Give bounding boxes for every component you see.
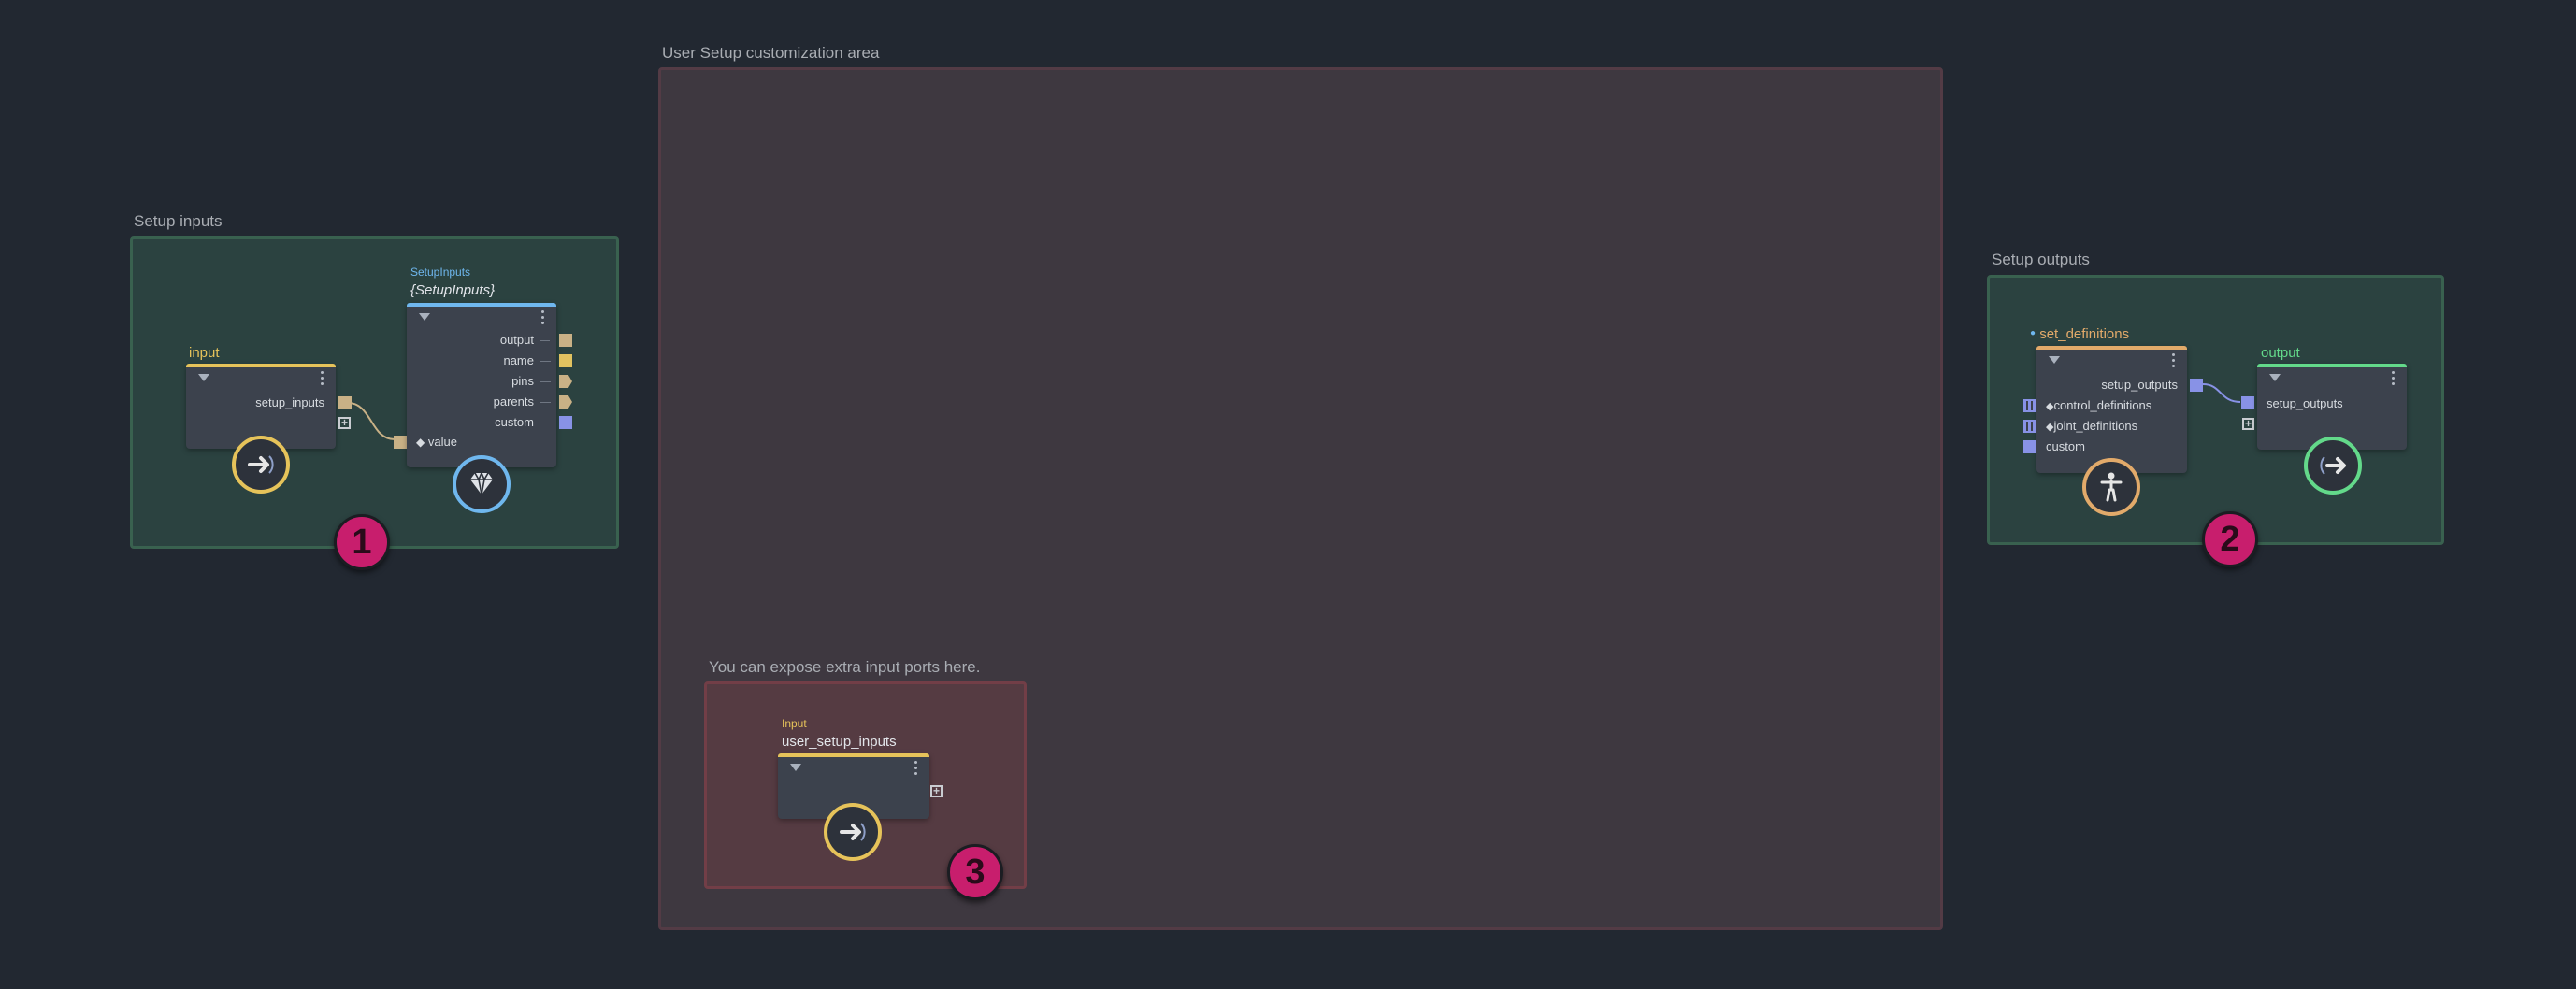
port-custom-label: custom bbox=[495, 415, 534, 429]
badge-1: 1 bbox=[334, 514, 390, 570]
add-port-icon[interactable]: + bbox=[2242, 418, 2254, 430]
collapse-caret-icon[interactable] bbox=[198, 374, 209, 381]
setup-inputs-node-accent bbox=[407, 303, 556, 307]
add-port-icon[interactable]: + bbox=[930, 785, 943, 797]
user-setup-inputs-accent bbox=[778, 753, 929, 757]
control-definitions-port[interactable] bbox=[2023, 399, 2036, 412]
user-setup-inputs-icon[interactable] bbox=[824, 803, 882, 861]
node-menu-icon[interactable] bbox=[541, 310, 545, 325]
setup-inputs-node-type: SetupInputs bbox=[410, 265, 471, 279]
joint-definitions-port[interactable] bbox=[2023, 420, 2036, 433]
setup-inputs-value-port[interactable] bbox=[394, 436, 407, 449]
setup-outputs-group-title: Setup outputs bbox=[1992, 251, 2090, 268]
input-node-title: input bbox=[189, 345, 220, 361]
collapse-caret-icon[interactable] bbox=[790, 764, 801, 771]
setup-inputs-output-port[interactable] bbox=[559, 334, 572, 347]
output-node-accent bbox=[2257, 364, 2407, 367]
port-parents-label: parents bbox=[493, 394, 534, 408]
diamond-gem-icon bbox=[470, 470, 493, 495]
setup-inputs-custom-port[interactable] bbox=[559, 416, 572, 429]
output-port-setup-outputs-label: setup_outputs bbox=[2267, 396, 2343, 410]
set-definitions-title: ● set_definitions bbox=[2030, 326, 2130, 342]
output-setup-outputs-port[interactable] bbox=[2241, 396, 2254, 409]
setup-inputs-node-icon[interactable] bbox=[453, 455, 511, 513]
user-setup-inputs-name: user_setup_inputs bbox=[782, 734, 897, 750]
input-node-accent bbox=[186, 364, 336, 367]
setup-inputs-node-name: {SetupInputs} bbox=[410, 282, 496, 298]
arrow-right-icon bbox=[248, 455, 274, 474]
node-menu-icon[interactable] bbox=[2172, 353, 2176, 368]
port-value-label: ◆ value bbox=[416, 435, 457, 449]
set-definitions-node[interactable]: setup_outputs ◆control_definitions ◆join… bbox=[2036, 346, 2187, 473]
input-port-setup-inputs-label: setup_inputs bbox=[255, 395, 324, 409]
port-setup-outputs-label: setup_outputs bbox=[2101, 378, 2178, 392]
collapse-caret-icon[interactable] bbox=[419, 313, 430, 321]
user-setup-inputs-type: Input bbox=[782, 717, 807, 730]
collapse-caret-icon[interactable] bbox=[2269, 374, 2281, 381]
arrow-right-icon bbox=[840, 823, 866, 841]
input-node-icon[interactable] bbox=[232, 436, 290, 494]
node-menu-icon[interactable] bbox=[321, 371, 324, 386]
extra-ports-group-title: You can expose extra input ports here. bbox=[709, 658, 981, 676]
node-menu-icon[interactable] bbox=[2392, 371, 2396, 386]
node-menu-icon[interactable] bbox=[914, 761, 918, 776]
port-pins-label: pins bbox=[511, 374, 534, 388]
port-name-label: name bbox=[503, 353, 534, 367]
port-output-label: output bbox=[499, 333, 534, 347]
customization-group-title: User Setup customization area bbox=[662, 44, 880, 62]
setup-inputs-name-port[interactable] bbox=[559, 354, 572, 367]
setup-inputs-node[interactable]: output name pins parents custom ◆ value bbox=[407, 303, 556, 467]
collapse-caret-icon[interactable] bbox=[2049, 356, 2060, 364]
port-control-definitions-label: ◆control_definitions bbox=[2046, 398, 2152, 412]
badge-3: 3 bbox=[947, 844, 1003, 900]
skeleton-figure-icon bbox=[2100, 472, 2123, 502]
badge-2: 2 bbox=[2202, 511, 2258, 567]
port-custom-label: custom bbox=[2046, 439, 2085, 453]
setup-inputs-group-title: Setup inputs bbox=[134, 212, 223, 230]
port-joint-definitions-label: ◆joint_definitions bbox=[2046, 419, 2138, 433]
set-definitions-accent bbox=[2036, 346, 2187, 350]
set-definitions-icon[interactable] bbox=[2082, 458, 2140, 516]
arrow-right-icon bbox=[2320, 456, 2346, 475]
output-node-icon[interactable] bbox=[2304, 437, 2362, 494]
output-node-title: output bbox=[2261, 345, 2300, 361]
set-definitions-custom-port[interactable] bbox=[2023, 440, 2036, 453]
